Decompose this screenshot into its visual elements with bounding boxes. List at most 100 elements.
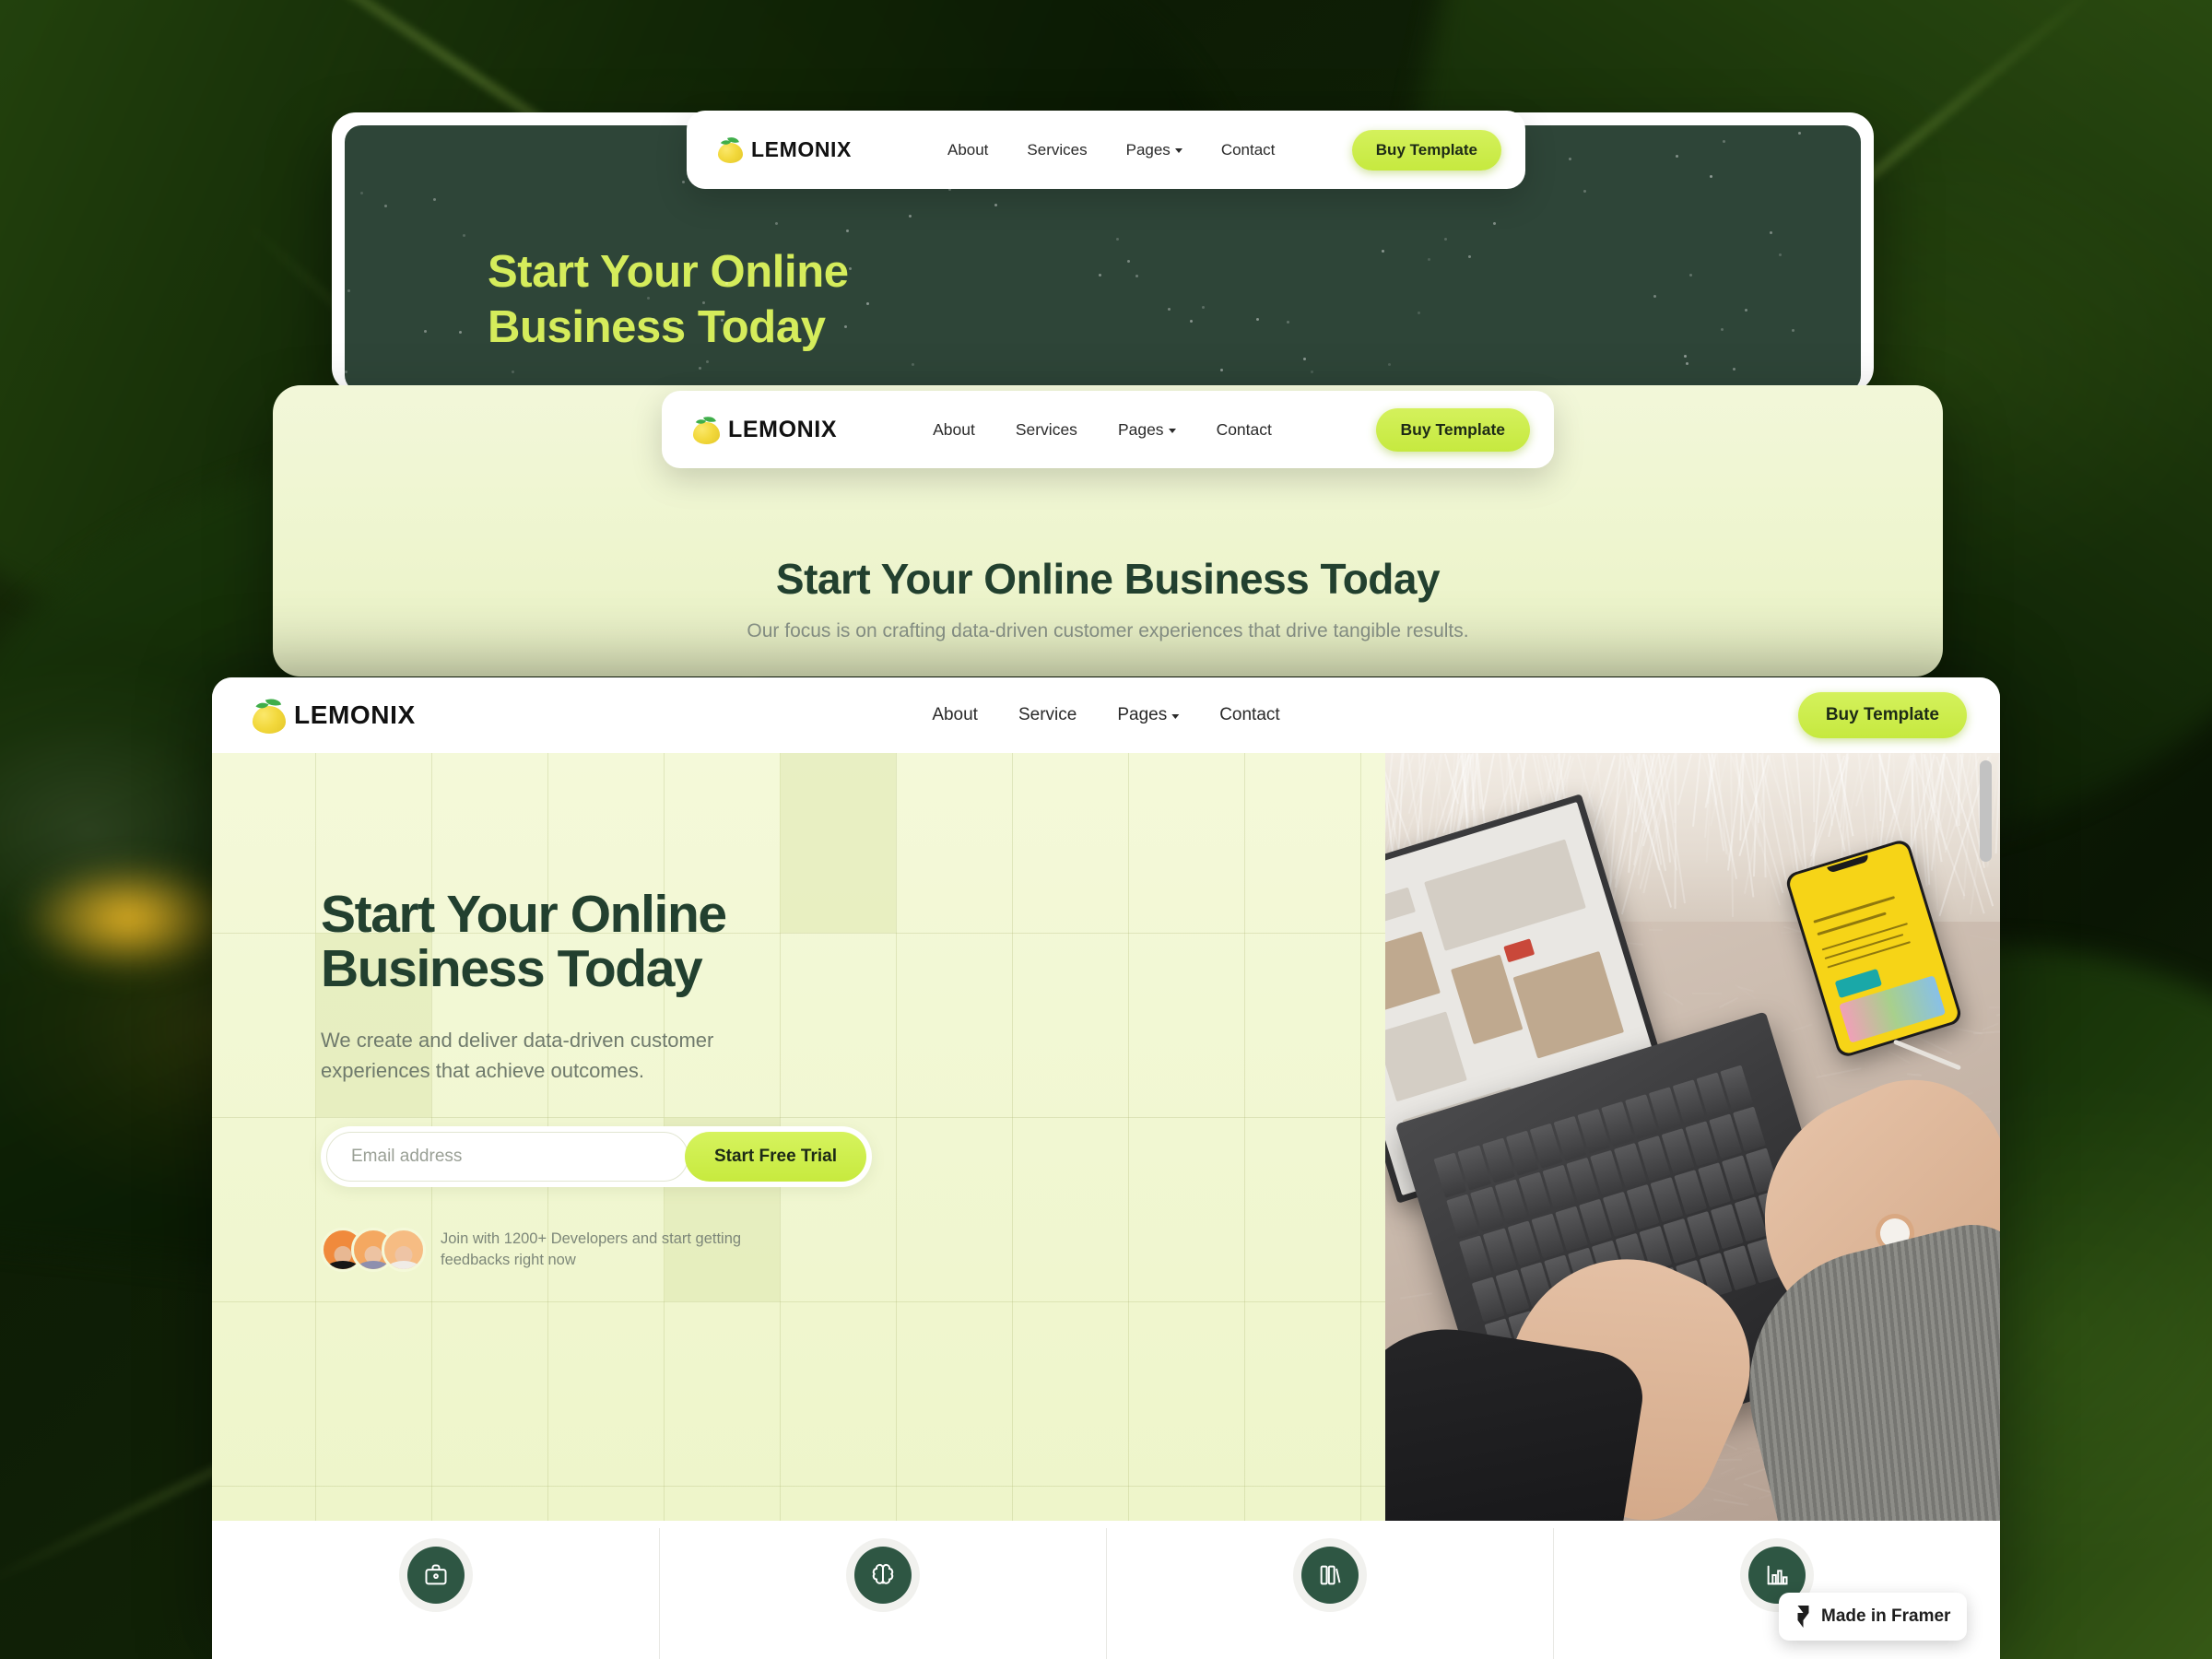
- star-speck: [1099, 274, 1102, 277]
- sun-glow: [22, 863, 234, 973]
- nav-link-pages[interactable]: Pages: [1117, 705, 1180, 725]
- nav-links-light-hero: About Services Pages Contact: [933, 420, 1272, 440]
- star-speck: [1418, 311, 1421, 314]
- dark-hero-heading: Start Your Online Business Today: [488, 245, 849, 356]
- star-speck: [1798, 132, 1802, 135]
- star-speck: [1744, 308, 1747, 312]
- made-in-framer-badge[interactable]: Made in Framer: [1779, 1593, 1968, 1641]
- lemon-icon: [253, 695, 286, 734]
- logo-lemonix[interactable]: LEMONIX: [718, 135, 852, 163]
- nav-link-about[interactable]: About: [933, 420, 975, 440]
- star-speck: [512, 370, 515, 373]
- star-speck: [1723, 139, 1726, 143]
- star-speck: [994, 204, 997, 207]
- fur-strand: [1892, 753, 1896, 808]
- nav-link-services[interactable]: Services: [1016, 420, 1077, 440]
- dark-hero-heading-line1: Start Your Online: [488, 247, 849, 297]
- avatar: [382, 1228, 426, 1273]
- start-free-trial-button[interactable]: Start Free Trial: [684, 1132, 866, 1182]
- star-speck: [1287, 321, 1290, 324]
- star-speck: [347, 289, 350, 293]
- feature-item[interactable]: [212, 1547, 659, 1604]
- star-speck: [1653, 294, 1656, 298]
- logo-lemonix[interactable]: LEMONIX: [253, 695, 416, 734]
- buy-template-button[interactable]: Buy Template: [1351, 129, 1501, 171]
- logo-text: LEMONIX: [728, 416, 838, 442]
- rug-strand: [1663, 991, 1684, 1006]
- star-speck: [360, 191, 364, 194]
- nav-link-contact[interactable]: Contact: [1219, 705, 1279, 725]
- nav-link-contact[interactable]: Contact: [1217, 420, 1272, 440]
- star-speck: [1683, 354, 1687, 358]
- nav-link-pages[interactable]: Pages: [1126, 141, 1182, 159]
- fur-strand: [1482, 753, 1495, 811]
- signup-form: Start Free Trial: [321, 1126, 872, 1188]
- rug-strand: [1868, 1061, 1885, 1068]
- rug-strand: [1816, 1066, 1863, 1078]
- nav-link-contact[interactable]: Contact: [1221, 141, 1276, 159]
- nav-link-service[interactable]: Service: [1018, 705, 1077, 725]
- star-speck: [1583, 189, 1586, 193]
- star-speck: [1791, 329, 1794, 333]
- logo-text: LEMONIX: [294, 700, 416, 729]
- star-speck: [774, 222, 778, 226]
- star-speck: [1219, 368, 1223, 371]
- rug-strand: [1713, 1498, 1749, 1506]
- buy-template-button[interactable]: Buy Template: [1797, 692, 1967, 738]
- feature-item[interactable]: [659, 1528, 1106, 1659]
- star-speck: [1387, 363, 1391, 367]
- hero-heading-line1: Start Your Online: [321, 885, 727, 944]
- rug-strand: [1709, 933, 1726, 939]
- light-hero-subheading: Our focus is on crafting data-driven cus…: [747, 620, 1469, 641]
- star-speck: [1167, 307, 1171, 311]
- rug-strand: [1791, 1023, 1814, 1033]
- star-speck: [1443, 238, 1447, 241]
- dark-hero-heading-line2: Business Today: [488, 301, 826, 352]
- email-input[interactable]: [326, 1132, 688, 1182]
- star-speck: [845, 229, 849, 233]
- workspace-photo: [1385, 753, 2000, 1521]
- rug-strand: [1719, 997, 1739, 1009]
- star-speck: [866, 302, 870, 306]
- star-speck: [1135, 275, 1139, 278]
- hero-section: Start Your Online Business Today We crea…: [212, 753, 2000, 1521]
- star-speck: [1201, 306, 1205, 310]
- navbar-light-hero: LEMONIX About Services Pages Contact Buy…: [662, 391, 1554, 468]
- star-speck: [1310, 371, 1313, 374]
- star-speck: [1189, 319, 1193, 323]
- rug-strand: [1996, 1009, 2000, 1017]
- nav-link-about[interactable]: About: [932, 705, 978, 725]
- star-speck: [1686, 362, 1689, 366]
- light-hero-heading: Start Your Online Business Today: [775, 555, 1441, 603]
- page-scrollbar[interactable]: [1980, 753, 1992, 1659]
- star-speck: [1689, 274, 1693, 277]
- nav-link-pages[interactable]: Pages: [1118, 420, 1176, 440]
- briefcase-icon: [406, 1547, 465, 1604]
- rug-strand: [1399, 1292, 1432, 1300]
- preview-card-main-hero[interactable]: LEMONIX About Service Pages Contact Buy …: [212, 677, 2000, 1659]
- star-speck: [1778, 253, 1782, 257]
- star-speck: [1721, 327, 1724, 331]
- nav-link-about[interactable]: About: [947, 141, 988, 159]
- rug-strand: [1887, 1050, 1911, 1065]
- buy-template-button[interactable]: Buy Template: [1375, 407, 1530, 452]
- star-speck: [682, 181, 686, 184]
- feature-item[interactable]: [1106, 1528, 1553, 1659]
- fur-strand: [1692, 753, 1702, 827]
- star-speck: [424, 330, 428, 334]
- chevron-down-icon: [1171, 713, 1180, 719]
- star-speck: [849, 266, 853, 270]
- hero-text-panel: Start Your Online Business Today We crea…: [212, 753, 1385, 1521]
- logo-lemonix[interactable]: LEMONIX: [693, 413, 838, 444]
- hero-heading-line2: Business Today: [321, 939, 703, 999]
- star-speck: [462, 233, 465, 237]
- star-speck: [383, 205, 387, 208]
- rug-strand: [1734, 1466, 1770, 1481]
- rug-strand: [1692, 993, 1723, 995]
- star-speck: [1255, 318, 1259, 322]
- navbar-dark-hero: LEMONIX About Services Pages Contact Buy…: [687, 111, 1525, 189]
- star-speck: [1569, 158, 1572, 161]
- nav-link-services[interactable]: Services: [1027, 141, 1087, 159]
- scrollbar-thumb[interactable]: [1980, 760, 1992, 862]
- rug-strand: [1649, 929, 1664, 932]
